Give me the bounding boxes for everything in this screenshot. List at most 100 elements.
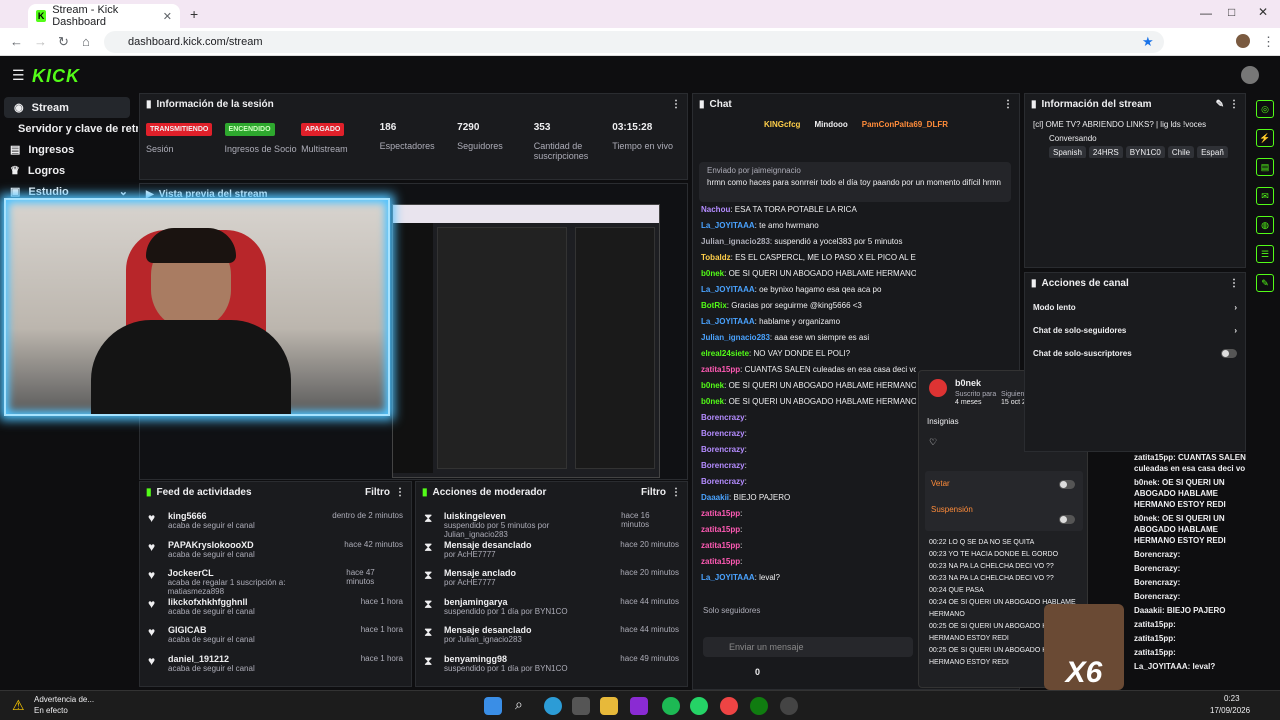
pinned-message[interactable]: Enviado por jaimeignnacio hrmn como hace… <box>699 162 1011 202</box>
chat-message[interactable]: zatita15pp: <box>701 506 916 522</box>
chat-message[interactable]: Julian_ignacio283: suspendió a yocel383 … <box>701 234 916 250</box>
kick-logo[interactable]: KICK <box>32 66 80 87</box>
timeout-toggle[interactable] <box>1059 515 1075 524</box>
close-tab-icon[interactable]: ✕ <box>163 10 172 23</box>
reload-icon[interactable]: ↻ <box>58 34 69 50</box>
more-icon[interactable]: ⋮ <box>1229 99 1239 110</box>
chat-message[interactable]: Borencrazy: <box>701 426 916 442</box>
hamburger-icon[interactable]: ☰ <box>12 67 25 84</box>
maximize-icon[interactable]: □ <box>1228 5 1235 19</box>
xbox-icon[interactable] <box>750 697 768 715</box>
chat-message[interactable]: zatita15pp: <box>701 554 916 570</box>
minimize-icon[interactable]: — <box>1200 6 1212 20</box>
stream-tag[interactable]: BYN1C0 <box>1125 146 1165 158</box>
toolbar-icon-3[interactable]: ▤ <box>1256 158 1274 176</box>
chat-message[interactable]: Borencrazy: <box>701 458 916 474</box>
toolbar-icon-6[interactable]: ☰ <box>1256 245 1274 263</box>
sidebar-item-server-key[interactable]: Servidor y clave de retransmisión <box>0 118 138 139</box>
chat-message[interactable]: b0nek: OE SI QUERI UN ABOGADO HABLAME HE… <box>701 394 916 410</box>
mod-filter-button[interactable]: Filtro <box>641 487 666 498</box>
whatsapp-icon[interactable] <box>690 697 708 715</box>
chat-input[interactable]: Enviar un mensaje <box>703 637 913 657</box>
list-item[interactable]: ⧗ Mensaje desanclado por Julian_ignacio283… <box>416 622 687 651</box>
explorer-icon[interactable] <box>600 697 618 715</box>
list-item[interactable]: ⧗ Mensaje anclado por AcHE7777 hace 20 minu… <box>416 565 687 594</box>
chrome-icon[interactable] <box>720 697 738 715</box>
chat-message[interactable]: Borencrazy: <box>701 442 916 458</box>
top-chatter-3[interactable]: PamConPalta69_DLFR <box>862 120 948 129</box>
stream-tag[interactable]: Chile <box>1167 146 1195 158</box>
chat-message[interactable]: Daaakii: BIEJO PAJERO <box>701 490 916 506</box>
list-item[interactable]: ♥ daniel_191212 acaba de seguir el canal ha… <box>140 651 411 680</box>
feed-filter-button[interactable]: Filtro <box>365 487 390 498</box>
stream-tag[interactable]: Españ <box>1197 146 1228 158</box>
forward-icon[interactable]: → <box>34 34 47 49</box>
back-icon[interactable]: ← <box>10 34 23 49</box>
chat-message[interactable]: Borencrazy: <box>701 474 916 490</box>
edge-icon[interactable] <box>544 697 562 715</box>
chat-message[interactable]: Borencrazy: <box>701 410 916 426</box>
chat-message[interactable]: La_JOYITAAA: leval? <box>701 570 916 586</box>
followers-only-row[interactable]: Chat de solo-seguidores › <box>1025 312 1245 335</box>
window-close-icon[interactable]: ✕ <box>1258 5 1268 19</box>
sidebar-item-ingresos[interactable]: ▤ Ingresos <box>0 139 138 160</box>
chat-message[interactable]: Tobaldz: ES EL CASPERCL, ME LO PASO X EL… <box>701 250 916 266</box>
list-item[interactable]: ⧗ luiskingeleven suspendido por 5 minutos … <box>416 508 687 539</box>
list-item[interactable]: ⧗ Mensaje desanclado por AcHE7777 hace 20 m… <box>416 537 687 566</box>
more-icon[interactable]: ⋮ <box>395 487 405 498</box>
menu-dots-icon[interactable]: ⋮ <box>1262 34 1275 50</box>
toolbar-icon-1[interactable]: ◎ <box>1256 100 1274 118</box>
home-icon[interactable]: ⌂ <box>82 34 90 49</box>
store-icon[interactable] <box>572 697 590 715</box>
more-icon[interactable]: ⋮ <box>1229 278 1239 289</box>
list-item[interactable]: ⧗ benyamingg98 suspendido por 1 día por BY… <box>416 651 687 680</box>
chat-message[interactable]: zatita15pp: CUANTAS SALEN culeadas en es… <box>701 362 916 378</box>
bookmark-star-icon[interactable]: ★ <box>1142 34 1154 50</box>
user-avatar[interactable] <box>1241 66 1259 84</box>
warning-icon[interactable]: ⚠ <box>12 697 25 714</box>
list-item[interactable]: ♥ PAPAKryslokoooXD acaba de seguir el cana… <box>140 537 411 566</box>
more-icon[interactable]: ⋮ <box>671 99 681 110</box>
toolbar-icon-2[interactable]: ⚡ <box>1256 129 1274 147</box>
subs-only-row[interactable]: Chat de solo-suscriptores <box>1025 335 1245 358</box>
chat-message[interactable]: Nachou: ESA TA TORA POTABLE LA RICA <box>701 202 916 218</box>
browser-tab[interactable]: K Stream - Kick Dashboard ✕ <box>28 4 180 28</box>
edit-icon[interactable]: ✎ <box>1216 99 1224 110</box>
windows-start-icon[interactable] <box>484 697 502 715</box>
stream-tag[interactable]: 24HRS <box>1088 146 1123 158</box>
more-icon[interactable]: ⋮ <box>671 487 681 498</box>
chat-message[interactable]: Julian_ignacio283: aaa ese wn siempre es… <box>701 330 916 346</box>
more-icon[interactable]: ⋮ <box>1003 99 1013 110</box>
new-tab-icon[interactable]: + <box>190 6 198 22</box>
list-item[interactable]: ♥ king5666 acaba de seguir el canal dentro … <box>140 508 411 537</box>
chat-message[interactable]: b0nek: OE SI QUERI UN ABOGADO HABLAME HE… <box>701 266 916 282</box>
chat-message[interactable]: zatita15pp: <box>701 538 916 554</box>
profile-avatar[interactable] <box>1236 34 1250 48</box>
sidebar-item-stream[interactable]: ◉ Stream <box>4 97 130 118</box>
app-icon[interactable] <box>630 697 648 715</box>
top-chatter-1[interactable]: KINGcfcg <box>764 120 800 129</box>
toolbar-icon-5[interactable]: ◍ <box>1256 216 1274 234</box>
obs-icon[interactable] <box>780 697 798 715</box>
chat-message[interactable]: elreal24siete: NO VAY DONDE EL POLI? <box>701 346 916 362</box>
spotify-icon[interactable] <box>662 697 680 715</box>
ban-toggle[interactable] <box>1059 480 1075 489</box>
list-item[interactable]: ⧗ benjamingarya suspendido por 1 día por B… <box>416 594 687 623</box>
toolbar-icon-4[interactable]: ✉ <box>1256 187 1274 205</box>
search-icon[interactable]: ⌕ <box>515 696 523 713</box>
list-item[interactable]: ♥ GIGICAB acaba de seguir el canal hace 1 h… <box>140 622 411 651</box>
stream-tag[interactable]: Spanish <box>1049 146 1086 158</box>
subs-only-toggle[interactable] <box>1221 349 1237 358</box>
chat-message[interactable]: La_JOYITAAA: hablame y organizamo <box>701 314 916 330</box>
list-item[interactable]: ♥ likckofxhkhfgghnll acaba de seguir el ca… <box>140 594 411 623</box>
sidebar-item-logros[interactable]: ♛ Logros <box>0 160 138 181</box>
heart-icon[interactable]: ♡ <box>929 437 937 448</box>
chat-message[interactable]: zatita15pp: <box>701 522 916 538</box>
chat-message[interactable]: BotRix: Gracias por seguirme @king5666 <… <box>701 298 916 314</box>
toolbar-icon-7[interactable]: ✎ <box>1256 274 1274 292</box>
list-item[interactable]: ♥ JockeerCL acaba de regalar 1 suscripción… <box>140 565 411 596</box>
top-chatter-2[interactable]: Mindooo <box>814 120 847 129</box>
address-bar[interactable]: dashboard.kick.com/stream <box>104 31 1164 53</box>
chat-message[interactable]: La_JOYITAAA: te amo hwrmano <box>701 218 916 234</box>
chat-message[interactable]: La_JOYITAAA: oe bynixo hagamo esa qea ac… <box>701 282 916 298</box>
